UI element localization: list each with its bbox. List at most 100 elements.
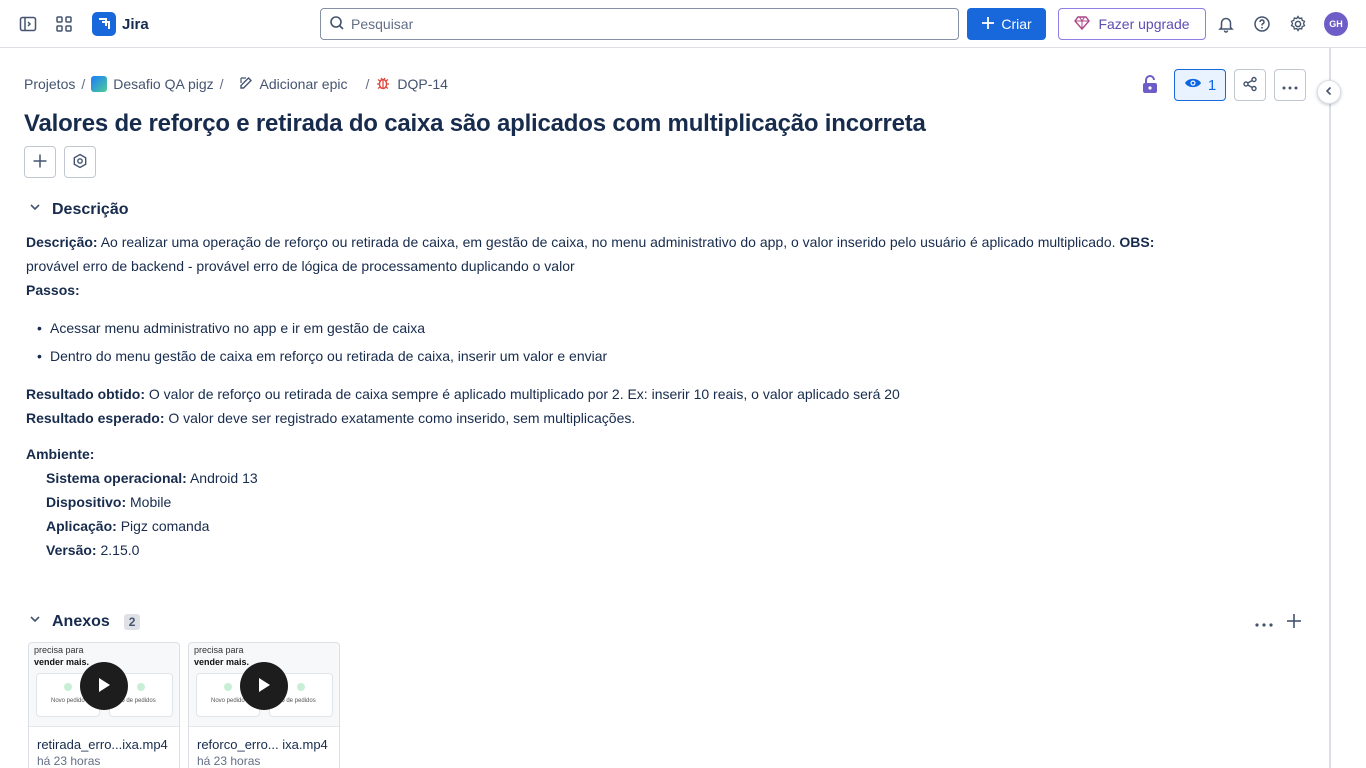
play-icon [97, 677, 111, 696]
chevron-down-icon [28, 612, 42, 631]
expected-label: Resultado esperado: [26, 410, 165, 426]
description-section-toggle[interactable]: Descrição [28, 200, 129, 219]
project-icon [91, 76, 108, 92]
pencil-icon [238, 75, 254, 94]
upgrade-button[interactable]: Fazer upgrade [1058, 8, 1206, 40]
sidebar-toggle-icon[interactable] [16, 12, 40, 36]
thumb-text: vender mais. [194, 657, 250, 667]
obs-text: provável erro de backend - provável erro… [26, 258, 575, 274]
search-box[interactable] [320, 8, 959, 40]
attachment-time: há 23 horas [197, 754, 261, 768]
collapse-panel-button[interactable] [1317, 80, 1341, 104]
attachments-section-title: Anexos [52, 612, 110, 630]
description-paragraph: Descrição: Ao realizar uma operação de r… [26, 230, 1306, 278]
desc-label: Descrição: [26, 234, 98, 250]
obtained-label: Resultado obtido: [26, 386, 145, 402]
share-icon [1242, 76, 1258, 95]
play-button[interactable] [240, 662, 288, 710]
plus-icon [32, 153, 48, 172]
help-icon[interactable] [1250, 12, 1274, 36]
unlock-icon[interactable] [1141, 74, 1159, 94]
plus-icon [981, 16, 995, 33]
attachment-thumbnail[interactable]: precisa para vender mais. Novo pedido ri… [189, 643, 339, 727]
gem-icon [1074, 15, 1091, 34]
thumb-dot [297, 683, 305, 691]
search-icon [329, 15, 345, 34]
bell-icon[interactable] [1214, 12, 1238, 36]
play-icon [257, 677, 271, 696]
thumb-dot [224, 683, 232, 691]
env-version: Versão: 2.15.0 [26, 538, 1306, 562]
os-value: Android 13 [186, 470, 258, 486]
attachments-more-button[interactable] [1255, 612, 1273, 632]
attachment-card[interactable]: precisa para vender mais. Novo pedido ri… [188, 642, 340, 768]
share-button[interactable] [1234, 69, 1266, 101]
more-icon [1255, 614, 1273, 630]
issue-title[interactable]: Valores de reforço e retirada do caixa s… [24, 110, 926, 138]
add-button[interactable] [24, 146, 56, 178]
more-actions-button[interactable] [1274, 69, 1306, 101]
breadcrumb-issue[interactable]: DQP-14 [375, 75, 448, 94]
attachment-thumbnail[interactable]: precisa para vender mais. Novo pedido ri… [29, 643, 179, 727]
apps-button[interactable] [64, 146, 96, 178]
obtained-text: O valor de reforço ou retirada de caixa … [145, 386, 900, 402]
description-section-title: Descrição [52, 200, 129, 218]
desc-text: Ao realizar uma operação de reforço ou r… [97, 234, 1120, 250]
env-device: Dispositivo: Mobile [26, 490, 1306, 514]
bug-icon [375, 75, 391, 94]
breadcrumb-project-name: Desafio QA pigz [113, 76, 214, 92]
attachment-time: há 23 horas [37, 754, 101, 768]
chevron-left-icon [1323, 84, 1335, 100]
env-app: Aplicação: Pigz comanda [26, 514, 1306, 538]
device-label: Dispositivo: [46, 494, 127, 510]
attachments-count-badge: 2 [123, 613, 141, 630]
expected-result: Resultado esperado: O valor deve ser reg… [26, 406, 1306, 430]
add-epic-button[interactable]: Adicionar epic [238, 75, 348, 94]
issue-key: DQP-14 [397, 76, 448, 92]
upgrade-button-label: Fazer upgrade [1098, 16, 1190, 32]
app-value: Pigz comanda [116, 518, 210, 534]
description-body[interactable]: Descrição: Ao realizar uma operação de r… [26, 230, 1306, 562]
thumb-text: precisa para [34, 645, 84, 655]
search-input[interactable] [351, 16, 931, 32]
steps-label-text: Passos: [26, 282, 80, 298]
top-navigation-bar: Jira Criar Fazer upgrade GH [0, 0, 1366, 48]
list-item: Dentro do menu gestão de caixa em reforç… [26, 342, 1306, 370]
app-label: Aplicação: [46, 518, 117, 534]
app-switcher-icon[interactable] [52, 12, 76, 36]
steps-label: Passos: [26, 278, 1306, 302]
watchers-count: 1 [1207, 76, 1217, 94]
gear-icon[interactable] [1286, 12, 1310, 36]
attachments-section-toggle[interactable]: Anexos 2 [28, 612, 141, 631]
obtained-result: Resultado obtido: O valor de reforço ou … [26, 382, 1306, 406]
breadcrumb-project[interactable]: Desafio QA pigz [91, 76, 214, 92]
add-epic-label: Adicionar epic [259, 76, 348, 92]
panel-divider[interactable] [1329, 48, 1331, 768]
user-avatar[interactable]: GH [1324, 12, 1348, 36]
list-item: Acessar menu administrativo no app e ir … [26, 314, 1306, 342]
app-name: Jira [122, 15, 149, 33]
watch-button[interactable]: 1 [1174, 69, 1226, 101]
steps-list: Acessar menu administrativo no app e ir … [26, 314, 1306, 370]
version-label: Versão: [46, 542, 97, 558]
add-attachment-button[interactable] [1286, 612, 1302, 632]
breadcrumb-separator: / [81, 76, 86, 92]
environment-label: Ambiente: [26, 442, 1306, 466]
breadcrumb-projects[interactable]: Projetos [24, 76, 75, 92]
create-button[interactable]: Criar [967, 8, 1046, 40]
hexagon-icon [72, 153, 88, 172]
chevron-down-icon [28, 200, 42, 219]
jira-logo[interactable]: Jira [92, 12, 149, 36]
plus-icon [1286, 613, 1302, 632]
play-button[interactable] [80, 662, 128, 710]
thumb-dot [64, 683, 72, 691]
breadcrumb-separator: / [219, 76, 224, 92]
thumb-text: vender mais. [34, 657, 90, 667]
obs-label: OBS: [1119, 234, 1155, 250]
attachment-filename: reforco_erro... ixa.mp4 [197, 737, 328, 752]
attachment-filename: retirada_erro...ixa.mp4 [37, 737, 168, 752]
jira-logo-icon [92, 12, 116, 36]
attachment-card[interactable]: precisa para vender mais. Novo pedido ri… [28, 642, 180, 768]
version-value: 2.15.0 [96, 542, 140, 558]
